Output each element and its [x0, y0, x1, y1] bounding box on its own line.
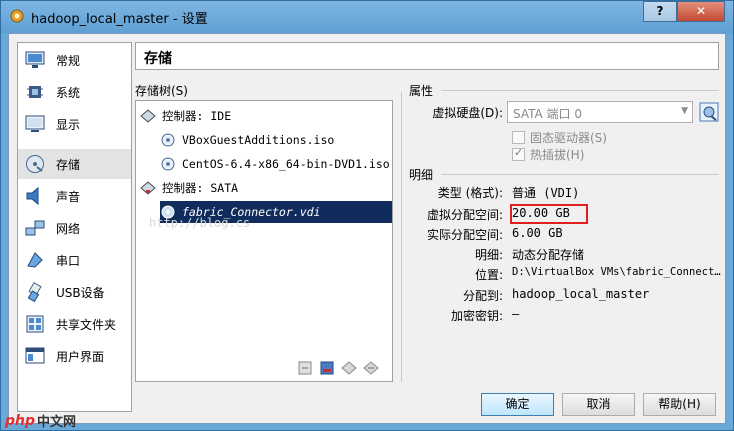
info-label: 类型 (格式): — [437, 186, 503, 200]
sidebar-item-audio[interactable]: 声音 — [18, 181, 131, 211]
tree-row-label: VBoxGuestAdditions.iso — [182, 133, 335, 147]
info-label: 加密密钥: — [450, 309, 503, 323]
ssd-checkbox[interactable] — [512, 131, 525, 144]
close-button[interactable]: ✕ — [677, 1, 725, 22]
general-icon — [24, 49, 46, 71]
info-value: D:\VirtualBox VMs\fabric_Connect… — [512, 266, 721, 278]
sidebar-item-label: 显示 — [56, 117, 81, 132]
display-icon — [24, 113, 46, 135]
add-attachment-icon[interactable] — [340, 359, 358, 377]
ssd-checkbox-row[interactable]: 固态驱动器(S) — [512, 129, 607, 146]
serial-port-icon — [24, 249, 46, 271]
user-interface-icon — [24, 345, 46, 367]
tree-row-cd[interactable]: VBoxGuestAdditions.iso — [160, 129, 334, 151]
sidebar-item-label: 存储 — [56, 157, 81, 172]
tree-row-label: 控制器: SATA — [162, 181, 239, 195]
sidebar-item-general[interactable]: 常规 — [18, 45, 131, 75]
hotplug-checkbox[interactable] — [512, 146, 525, 161]
settings-sidebar: 常规 系统 显示 存储 声音 网络 串口 USB设备 共享文件夹 用户界面 — [17, 42, 132, 412]
add-controller-icon[interactable] — [296, 359, 314, 377]
title-bar[interactable]: hadoop_local_master - 设置 ? ✕ — [1, 1, 733, 33]
shared-folder-icon — [24, 313, 46, 335]
hard-disk-select[interactable]: SATA 端口 0 ▼ — [507, 101, 693, 123]
window-title: hadoop_local_master - 设置 — [31, 12, 208, 27]
settings-window: hadoop_local_master - 设置 ? ✕ 常规 系统 显示 存储… — [0, 0, 734, 431]
logo-text: 中文网 — [37, 415, 77, 430]
info-value: 动态分配存储 — [512, 248, 585, 262]
tree-toolbar — [296, 359, 380, 377]
remove-attachment-icon[interactable] — [362, 359, 380, 377]
info-value: — — [512, 307, 520, 321]
ok-button[interactable]: 确定 — [481, 393, 554, 416]
site-logo: php 中文网 — [5, 411, 77, 431]
sidebar-item-label: 用户界面 — [56, 349, 105, 364]
info-section-title: 明细 — [409, 168, 434, 182]
sidebar-item-usb[interactable]: USB设备 — [18, 277, 131, 307]
tree-row-sata-controller[interactable]: 控制器: SATA — [140, 177, 238, 199]
sidebar-item-label: 串口 — [56, 253, 81, 268]
usb-icon — [24, 281, 46, 303]
cancel-button[interactable]: 取消 — [562, 393, 635, 416]
tree-row-ide-controller[interactable]: 控制器: IDE — [140, 105, 231, 127]
attributes-section-title: 属性 — [409, 84, 434, 98]
storage-tree[interactable]: 控制器: IDE VBoxGuestAdditions.iso CentOS-6… — [135, 100, 393, 382]
system-icon — [24, 81, 46, 103]
highlight-box — [510, 204, 588, 224]
ssd-label: 固态驱动器(S) — [530, 131, 607, 145]
panel-divider — [401, 92, 402, 382]
sidebar-item-user-interface[interactable]: 用户界面 — [18, 341, 131, 371]
sidebar-item-serial-port[interactable]: 串口 — [18, 245, 131, 275]
sidebar-item-label: 系统 — [56, 85, 81, 100]
info-value: hadoop_local_master — [512, 287, 650, 301]
gear-icon — [10, 9, 24, 23]
hard-disk-select-value: SATA 端口 0 — [513, 107, 582, 121]
sidebar-item-label: 共享文件夹 — [56, 317, 117, 332]
controller-icon — [140, 180, 156, 196]
tree-row-label: CentOS-6.4-x86_64-bin-DVD1.iso — [182, 157, 390, 171]
hotplug-label: 热插拔(H) — [530, 148, 585, 162]
hotplug-checkbox-row[interactable]: 热插拔(H) — [512, 146, 584, 163]
sidebar-item-storage[interactable]: 存储 — [18, 149, 131, 179]
storage-tree-label: 存储树(S) — [135, 84, 188, 98]
help-title-button[interactable]: ? — [643, 1, 677, 22]
attributes-section-line — [441, 90, 719, 91]
info-label: 虚拟分配空间: — [426, 208, 503, 222]
logo-php-text: php — [5, 412, 36, 429]
info-label: 位置: — [474, 268, 503, 282]
sidebar-item-system[interactable]: 系统 — [18, 77, 131, 107]
info-value: 普通 (VDI) — [512, 186, 580, 200]
sidebar-item-label: 声音 — [56, 189, 81, 204]
page-title: 存储 — [135, 42, 719, 70]
info-label: 实际分配空间: — [426, 228, 503, 242]
sidebar-item-display[interactable]: 显示 — [18, 109, 131, 139]
audio-icon — [24, 185, 46, 207]
controller-icon — [140, 108, 156, 124]
info-value: 6.00 GB — [512, 226, 563, 240]
optical-disc-icon — [160, 156, 176, 172]
info-section-line — [441, 174, 719, 175]
info-label: 分配到: — [462, 289, 503, 303]
tree-row-cd[interactable]: CentOS-6.4-x86_64-bin-DVD1.iso — [160, 153, 390, 175]
watermark-text: http://blog.cs — [149, 216, 251, 230]
sidebar-item-label: 网络 — [56, 221, 81, 236]
info-label: 明细: — [474, 248, 503, 262]
sidebar-item-shared-folders[interactable]: 共享文件夹 — [18, 309, 131, 339]
choose-disk-icon[interactable] — [699, 102, 719, 122]
sidebar-item-label: 常规 — [56, 53, 81, 68]
help-button[interactable]: 帮助(H) — [643, 393, 716, 416]
dialog-client: 常规 系统 显示 存储 声音 网络 串口 USB设备 共享文件夹 用户界面 存储… — [8, 33, 726, 424]
optical-disc-icon — [160, 132, 176, 148]
network-icon — [24, 217, 46, 239]
storage-icon — [24, 153, 46, 175]
sidebar-item-label: USB设备 — [56, 285, 105, 300]
remove-controller-icon[interactable] — [318, 359, 336, 377]
tree-row-label: 控制器: IDE — [162, 109, 232, 123]
chevron-down-icon: ▼ — [681, 106, 688, 116]
sidebar-item-network[interactable]: 网络 — [18, 213, 131, 243]
hard-disk-label: 虚拟硬盘(D): — [432, 106, 503, 120]
